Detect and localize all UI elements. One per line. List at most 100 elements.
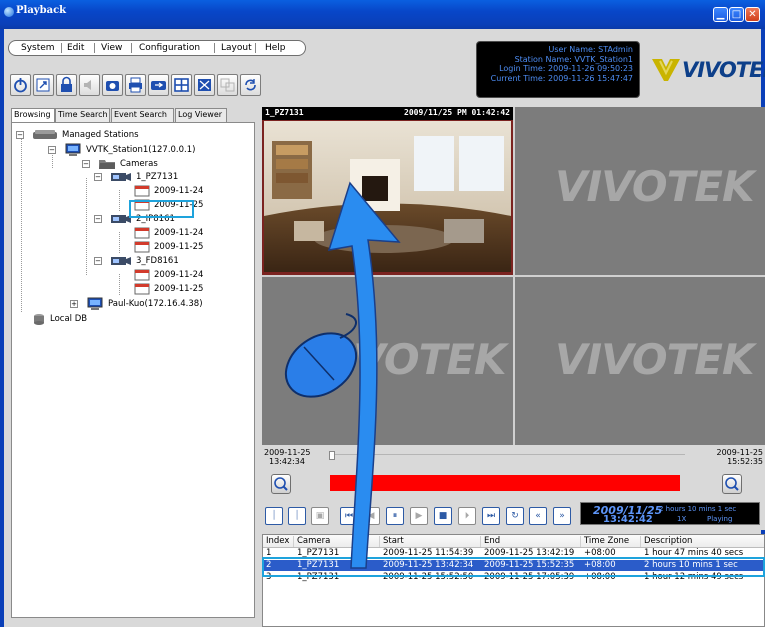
go-to-end-button[interactable]: ⏭ [482,507,500,525]
tab-time-search[interactable]: Time Search [55,108,110,122]
volume-button[interactable] [79,74,100,96]
timeline-start: 2009-11-25 13:42:34 [264,448,311,466]
collapse-icon[interactable]: − [94,173,102,181]
layout-button[interactable] [171,74,192,96]
close-button[interactable]: ✕ [745,7,760,22]
calendar-icon [134,269,150,281]
computer-icon [87,297,103,310]
mark-in-icon: ⏐ [271,511,277,521]
export-clip-button[interactable]: ▣ [311,507,329,525]
step-forward-button[interactable]: ⏵ [458,507,476,525]
refresh-icon [245,79,256,91]
menu-configuration[interactable]: Configuration [139,43,200,53]
slower-button[interactable]: « [529,507,547,525]
video-camera-name: 1_PZ7131 [265,108,304,117]
timeline-end-time: 15:52:35 [727,457,763,466]
recording-range-bar[interactable] [330,475,680,491]
col-camera[interactable]: Camera [293,536,330,547]
tab-log-viewer[interactable]: Log Viewer [175,108,227,122]
collapse-icon[interactable]: − [48,146,56,154]
loop-button[interactable]: ↻ [506,507,524,525]
window-title: Playback [16,5,67,16]
video-cell-4[interactable]: VIVOTEK [515,277,765,445]
tab-browsing[interactable]: Browsing [11,108,55,123]
sync-view-icon [220,78,235,92]
tab-event-search[interactable]: Event Search [111,108,174,122]
timeline-slider-handle[interactable] [329,451,335,460]
menu-help[interactable]: Help [265,43,286,53]
volume-icon [84,80,91,90]
zoom-out-timeline-button[interactable] [271,474,291,494]
logo-text: VIVOTEK [682,58,765,82]
col-index[interactable]: Index [263,536,289,547]
skip-end-icon: ⏭ [486,511,496,521]
maximize-button[interactable]: □ [729,7,744,22]
power-icon [14,78,27,93]
pause-button[interactable]: ⏸ [386,507,404,525]
col-end[interactable]: End [480,536,500,547]
cameras-label: Cameras [120,159,158,169]
timeline-end: 2009-11-25 15:52:35 [717,448,764,466]
user-info-panel: User Name: STAdmin Station Name: VVTK_St… [476,41,640,98]
zoom-out-icon [274,477,288,491]
refresh-button[interactable] [240,74,261,96]
fullscreen-button[interactable] [194,74,215,96]
date-label: 2009-11-25 [154,284,204,294]
vivotek-watermark: VIVOTEK [555,162,754,211]
server-group-icon [33,130,57,139]
mark-in-button[interactable]: ⏐ [265,507,283,525]
col-start[interactable]: Start [379,536,404,547]
clock-speed: 1X [677,515,687,523]
tree-root-label: Managed Stations [62,130,139,140]
sync-view-button[interactable] [217,74,238,96]
lock-button[interactable] [56,74,77,96]
expand-icon[interactable]: + [70,300,78,308]
playback-clock: 2009/11/25 13:42:42 2 hours 10 mins 1 se… [580,502,760,525]
zoom-in-icon [725,477,739,491]
collapse-icon[interactable]: − [94,215,102,223]
recording-table: Index Camera Start End Time Zone Descrip… [262,534,765,627]
step-forward-icon: ⏵ [464,511,470,521]
timeline-slider-track[interactable] [331,454,685,455]
step-back-button[interactable]: ◀ [362,507,380,525]
col-time-zone[interactable]: Time Zone [580,536,629,547]
date-label: 2009-11-24 [154,186,204,196]
col-description[interactable]: Description [640,536,692,547]
menu-edit[interactable]: Edit [67,43,84,53]
user-name: User Name: STAdmin [548,45,633,54]
go-to-start-button[interactable]: ⏮ [340,507,358,525]
video-cell-main[interactable]: 1_PZ7131 2009/11/25 PM 01:42:42 [262,107,513,275]
faster-button[interactable]: » [553,507,571,525]
collapse-icon[interactable]: − [94,257,102,265]
clock-time: 13:42:42 [603,514,653,525]
menu-system[interactable]: System [21,43,55,53]
play-button[interactable]: ▶ [410,507,428,525]
stop-button[interactable]: ■ [434,507,452,525]
video-header: 1_PZ7131 2009/11/25 PM 01:42:42 [262,107,513,120]
snapshot-button[interactable] [102,74,123,96]
lock-icon [61,76,72,92]
export-button[interactable] [33,74,54,96]
stream-button[interactable] [148,74,169,96]
tree-guide [119,274,120,295]
date-label: 2009-11-24 [154,228,204,238]
zoom-in-timeline-button[interactable] [722,474,742,494]
mark-out-button[interactable]: ⏐ [288,507,306,525]
menu-layout[interactable]: Layout [221,43,252,53]
collapse-icon[interactable]: − [16,131,24,139]
calendar-icon [134,227,150,239]
other-station-label: Paul-Kuo(172.16.4.38) [108,299,203,309]
tree-guide [119,190,120,211]
station-tree-panel: − Managed Stations − VVTK_Station1(127.0… [11,122,255,618]
video-cell-2[interactable]: VIVOTEK [515,107,765,275]
collapse-icon[interactable]: − [82,160,90,168]
video-cell-3[interactable]: VIVOTEK [262,277,513,445]
mark-out-icon: ⏐ [294,511,300,521]
power-button[interactable] [10,74,31,96]
camera-icon [111,173,131,181]
date-label: 2009-11-24 [154,270,204,280]
minimize-button[interactable]: ▁ [713,7,728,22]
timeline-start-date: 2009-11-25 [264,448,311,457]
menu-view[interactable]: View [101,43,122,53]
print-button[interactable] [125,74,146,96]
